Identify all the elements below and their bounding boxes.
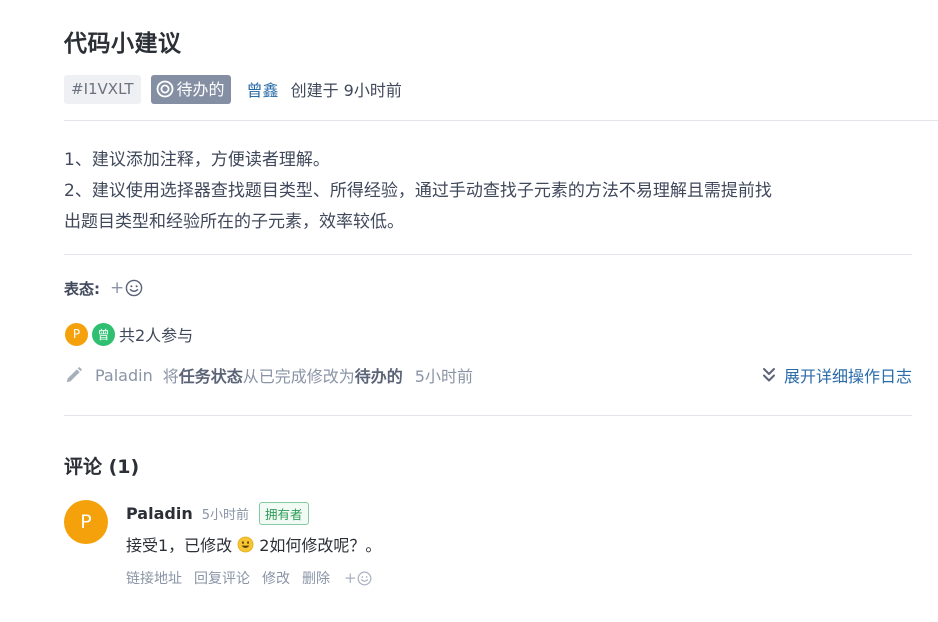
- participants-count: 共2人参与: [119, 326, 194, 345]
- add-reaction-button[interactable]: +: [110, 278, 143, 298]
- activity-time: 5小时前: [414, 367, 473, 386]
- activity-log-item: Paladin 将 任务状态 从已完成修改为 待办的 5小时前 展开详细操作日志: [64, 361, 912, 389]
- status-badge[interactable]: 待办的: [150, 74, 231, 104]
- comment-actions: 链接地址 回复评论 修改 删除 +: [126, 567, 372, 589]
- plus-icon: +: [110, 278, 125, 298]
- activity-value: 待办的: [354, 367, 403, 386]
- owner-badge: 拥有者: [258, 501, 309, 525]
- comment-text: 2如何修改呢？。: [259, 536, 382, 555]
- comment-header: Paladin 5小时前 拥有者: [126, 500, 309, 526]
- avatar[interactable]: P: [64, 321, 89, 347]
- avatar[interactable]: 曾: [91, 321, 116, 347]
- activity-field: 任务状态: [178, 367, 243, 386]
- status-label: 待办的: [176, 79, 225, 99]
- activity-text-pre: 将: [162, 367, 179, 386]
- activity-actor[interactable]: Paladin: [95, 366, 153, 385]
- comment-avatar[interactable]: P: [64, 500, 108, 544]
- divider: [64, 415, 912, 416]
- issue-id-badge[interactable]: #I1VXLT: [64, 74, 141, 104]
- comment-time[interactable]: 5小时前: [202, 504, 249, 523]
- description-line: 1、建议添加注释，方便读者理解。: [64, 150, 330, 170]
- expand-log-button[interactable]: 展开详细操作日志: [762, 361, 912, 389]
- author-link[interactable]: 曾鑫: [247, 77, 279, 101]
- issue-meta: #I1VXLT 待办的 曾鑫 创建于 9小时前: [64, 74, 402, 104]
- reactions-label: 表态:: [64, 279, 100, 298]
- activity-text-mid: 从已完成修改为: [242, 367, 355, 386]
- smiley-icon: [125, 279, 143, 297]
- comment-text: 接受1，已修改: [126, 536, 233, 555]
- issue-description: 1、建议添加注释，方便读者理解。 2、建议使用选择器查找题目类型、所得经验，通过…: [64, 145, 914, 238]
- plus-icon: +: [344, 569, 357, 587]
- divider: [64, 120, 938, 121]
- comments-title: 评论 (1): [64, 456, 140, 478]
- reactions-row: 表态: +: [64, 274, 143, 302]
- comment-author[interactable]: Paladin: [126, 504, 193, 523]
- description-line: 出题目类型和经验所在的子元素，效率较低。: [64, 212, 404, 232]
- edit-comment-button[interactable]: 修改: [262, 568, 290, 588]
- issue-title: 代码小建议: [64, 31, 182, 57]
- double-chevron-down-icon: [762, 368, 775, 382]
- participants-row: P 曾 共2人参与: [64, 320, 193, 348]
- comment-add-reaction-button[interactable]: +: [344, 569, 372, 587]
- smiley-icon: [357, 571, 372, 585]
- divider: [64, 254, 912, 255]
- copy-link-button[interactable]: 链接地址: [126, 568, 182, 588]
- expand-log-label: 展开详细操作日志: [783, 367, 912, 386]
- reply-comment-button[interactable]: 回复评论: [194, 568, 250, 588]
- comment-body: 接受1，已修改 2如何修改呢？。: [126, 531, 381, 557]
- description-line: 2、建议使用选择器查找题目类型、所得经验，通过手动查找子元素的方法不易理解且需提…: [64, 181, 772, 201]
- smiley-emoji-icon: [237, 536, 254, 552]
- created-time: 创建于 9小时前: [290, 81, 402, 100]
- pencil-icon: [66, 366, 82, 382]
- delete-comment-button[interactable]: 删除: [302, 568, 330, 588]
- status-ring-icon: [156, 80, 173, 98]
